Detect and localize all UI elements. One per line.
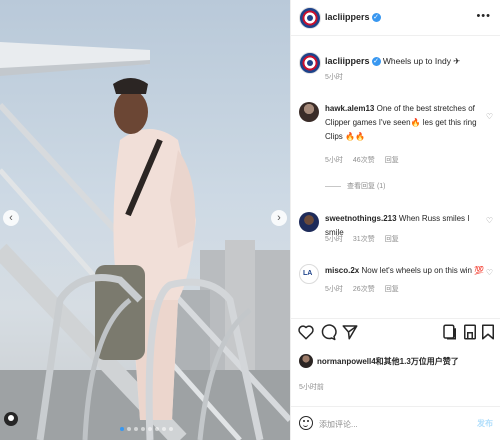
comment-likes[interactable]: 46次赞: [353, 155, 375, 165]
carousel-dot[interactable]: [134, 427, 138, 431]
carousel-dot[interactable]: [155, 427, 159, 431]
post-photo[interactable]: ‹ ›: [0, 0, 290, 440]
comment-username[interactable]: sweetnothings.213: [325, 214, 397, 223]
carousel-dot[interactable]: [169, 427, 173, 431]
comment-likes[interactable]: 26次赞: [353, 284, 375, 294]
post-timestamp: 5小时前: [299, 384, 324, 391]
comment-like-heart-icon[interactable]: ♡: [486, 112, 493, 121]
comment-likes[interactable]: 31次赞: [353, 234, 375, 244]
carousel-dot[interactable]: [162, 427, 166, 431]
save-icon[interactable]: [479, 323, 497, 341]
comment-username[interactable]: hawk.alem13: [325, 104, 374, 113]
carousel-dot[interactable]: [127, 427, 131, 431]
comment-reply-button[interactable]: 回复: [385, 234, 399, 244]
carousel-dot[interactable]: [141, 427, 145, 431]
avatar[interactable]: [299, 264, 319, 284]
avatar[interactable]: [299, 52, 321, 74]
avatar[interactable]: [299, 212, 319, 232]
emoji-icon[interactable]: [299, 416, 313, 430]
caption-time: 5小时: [325, 74, 343, 81]
verified-badge-icon: ✓: [371, 13, 381, 23]
comment-time: 5小时: [325, 157, 343, 164]
comment-meta: 5小时 46次赞 回复: [325, 155, 399, 165]
post-comment-button[interactable]: 发布: [477, 418, 493, 429]
tag-icon[interactable]: [4, 412, 18, 426]
comment-meta: 5小时 31次赞 回复: [325, 234, 399, 244]
comment-reply-button[interactable]: 回复: [385, 155, 399, 165]
avatar[interactable]: [299, 102, 319, 122]
comment-icon[interactable]: [319, 323, 337, 341]
more-options-icon[interactable]: •••: [476, 10, 491, 22]
carousel-dots: [120, 427, 173, 431]
caption-text: lacliippers ✓ Wheels up to Indy ✈: [325, 56, 495, 67]
carousel-icon[interactable]: [441, 323, 459, 341]
tag-icon[interactable]: [461, 323, 479, 341]
author-username-text[interactable]: lacliippers: [325, 12, 370, 22]
comment-reply-button[interactable]: 回复: [385, 284, 399, 294]
carousel-prev-button[interactable]: ‹: [3, 210, 19, 226]
comment-time: 5小时: [325, 286, 343, 293]
verified-badge-icon: ✓: [371, 57, 381, 67]
add-comment-bar: 发布: [291, 406, 500, 440]
caption-username[interactable]: lacliippers: [325, 56, 370, 66]
avatar[interactable]: [299, 7, 321, 29]
carousel-dot[interactable]: [120, 427, 124, 431]
caption-body: Wheels up to Indy ✈: [382, 56, 461, 66]
comment-text: hawk.alem13 One of the best stretches of…: [325, 102, 485, 144]
heart-icon[interactable]: [297, 323, 315, 341]
share-icon[interactable]: [341, 323, 359, 341]
comment-input[interactable]: [319, 416, 459, 432]
comment-like-heart-icon[interactable]: ♡: [486, 216, 493, 225]
comment-time: 5小时: [325, 236, 343, 243]
view-replies-button[interactable]: 查看回复 (1): [325, 181, 386, 191]
carousel-dot[interactable]: [148, 427, 152, 431]
comment-meta: 5小时 26次赞 回复: [325, 284, 399, 294]
comment-body: Now let's wheels up on this win 💯: [361, 266, 485, 275]
action-bar: [291, 318, 500, 344]
carousel-next-button[interactable]: ›: [271, 210, 287, 226]
post-header: lacliippers ✓ •••: [291, 0, 500, 36]
comment-like-heart-icon[interactable]: ♡: [486, 268, 493, 277]
avatar[interactable]: [299, 354, 313, 368]
likes-text[interactable]: normanpowell4和其他1.3万位用户赞了: [317, 356, 459, 367]
post-sidebar: lacliippers ✓ ••• lacliippers ✓ Wheels up …: [290, 0, 500, 440]
comment-username[interactable]: misco.2x: [325, 266, 359, 275]
photo-illustration: [0, 42, 290, 440]
author-username[interactable]: lacliippers ✓: [325, 12, 381, 23]
comment-text: misco.2x Now let's wheels up on this win…: [325, 264, 485, 278]
